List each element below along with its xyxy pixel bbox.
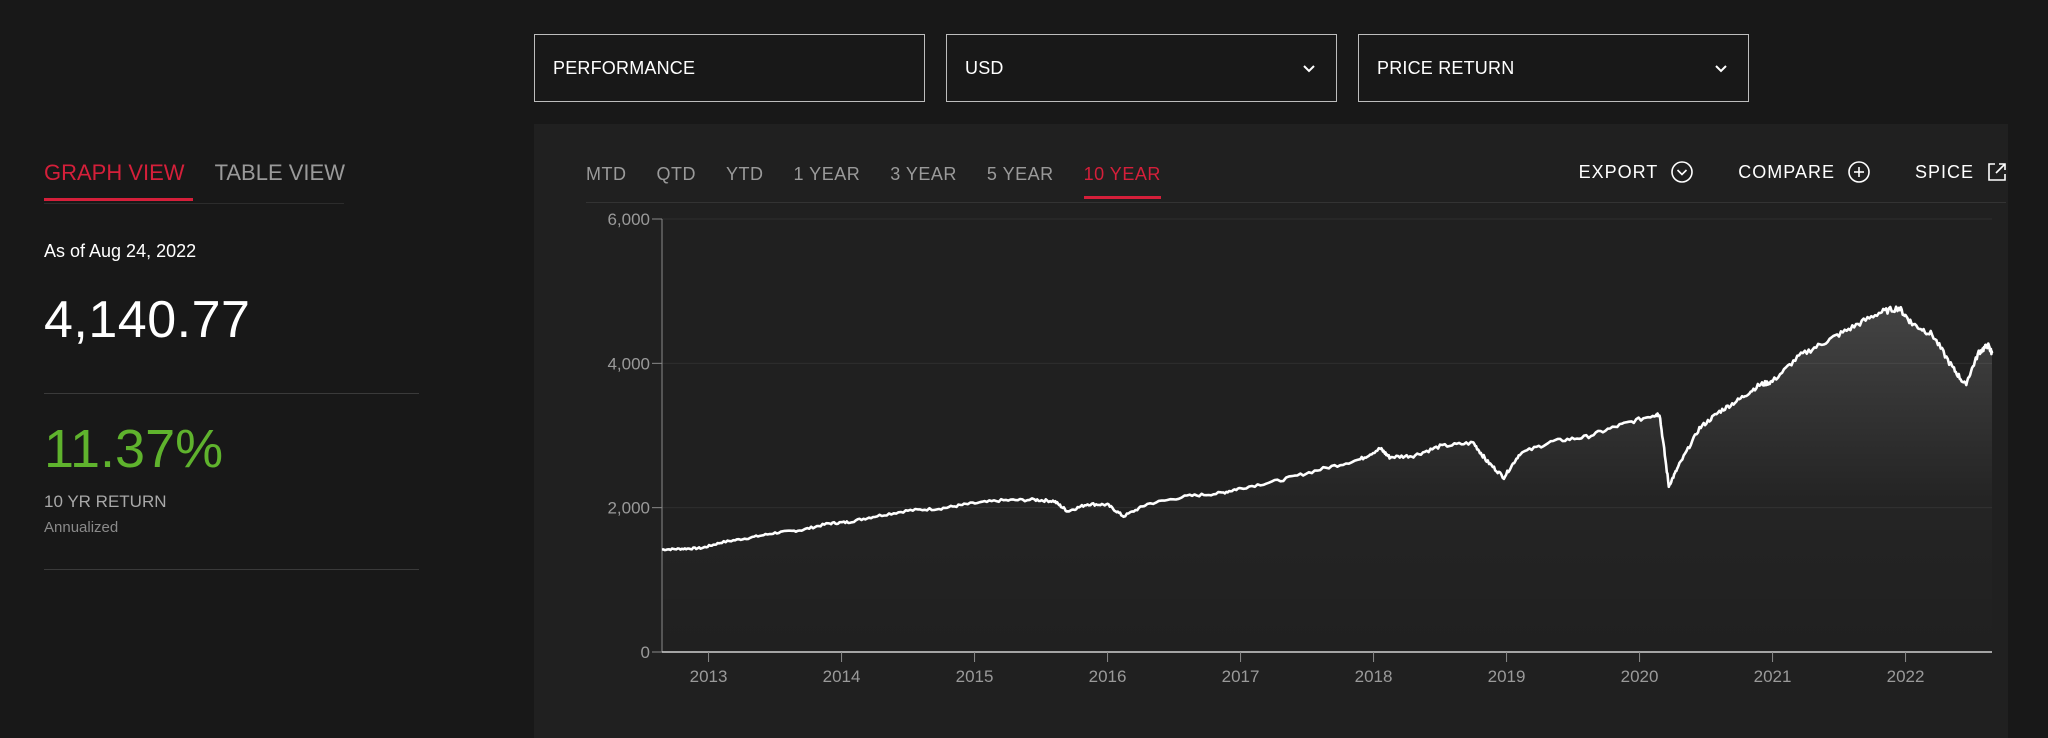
x-tick-label: 2020 xyxy=(1621,667,1659,686)
x-tick-label: 2016 xyxy=(1089,667,1127,686)
currency-label: USD xyxy=(965,57,1004,78)
x-tick-label: 2018 xyxy=(1355,667,1393,686)
x-tick-label: 2013 xyxy=(690,667,728,686)
return-sublabel: Annualized xyxy=(44,519,119,536)
currency-dropdown[interactable]: USD xyxy=(946,34,1337,102)
divider xyxy=(44,393,419,394)
y-tick-label: 0 xyxy=(641,643,650,662)
chart-panel: MTD QTD YTD 1 YEAR 3 YEAR 5 YEAR 10 YEAR EXPOR… xyxy=(534,124,2008,738)
as-of-date: As of Aug 24, 2022 xyxy=(44,241,197,261)
tab-graph-view[interactable]: GRAPH VIEW xyxy=(44,160,193,201)
chevron-down-icon xyxy=(1303,65,1315,73)
return-type-label: PRICE RETURN xyxy=(1377,57,1515,78)
chart-area-fill xyxy=(662,306,1992,652)
view-tabs: GRAPH VIEW TABLE VIEW xyxy=(44,160,345,201)
performance-label: PERFORMANCE xyxy=(553,57,696,78)
summary-panel: GRAPH VIEW TABLE VIEW As of Aug 24, 2022… xyxy=(0,0,430,738)
tab-table-view[interactable]: TABLE VIEW xyxy=(215,160,345,200)
divider xyxy=(44,569,419,570)
x-tick-label: 2021 xyxy=(1754,667,1792,686)
chevron-down-icon xyxy=(1715,65,1727,73)
x-tick-label: 2014 xyxy=(823,667,861,686)
return-percentage: 11.37% xyxy=(44,419,224,479)
x-tick-label: 2019 xyxy=(1488,667,1526,686)
performance-dropdown[interactable]: PERFORMANCE xyxy=(534,34,925,102)
y-tick-label: 2,000 xyxy=(607,499,650,518)
index-value: 4,140.77 xyxy=(44,291,251,349)
return-label: 10 YR RETURN xyxy=(44,492,167,511)
y-tick-label: 6,000 xyxy=(607,210,650,229)
return-type-dropdown[interactable]: PRICE RETURN xyxy=(1358,34,1749,102)
y-tick-label: 4,000 xyxy=(607,354,650,373)
x-tick-label: 2015 xyxy=(956,667,994,686)
divider xyxy=(44,203,344,204)
performance-chart: 0 2,000 4,000 6,000 2013 2014 2015 2016 2017 201… xyxy=(607,210,1994,686)
x-tick-label: 2022 xyxy=(1887,667,1925,686)
x-tick-label: 2017 xyxy=(1222,667,1260,686)
